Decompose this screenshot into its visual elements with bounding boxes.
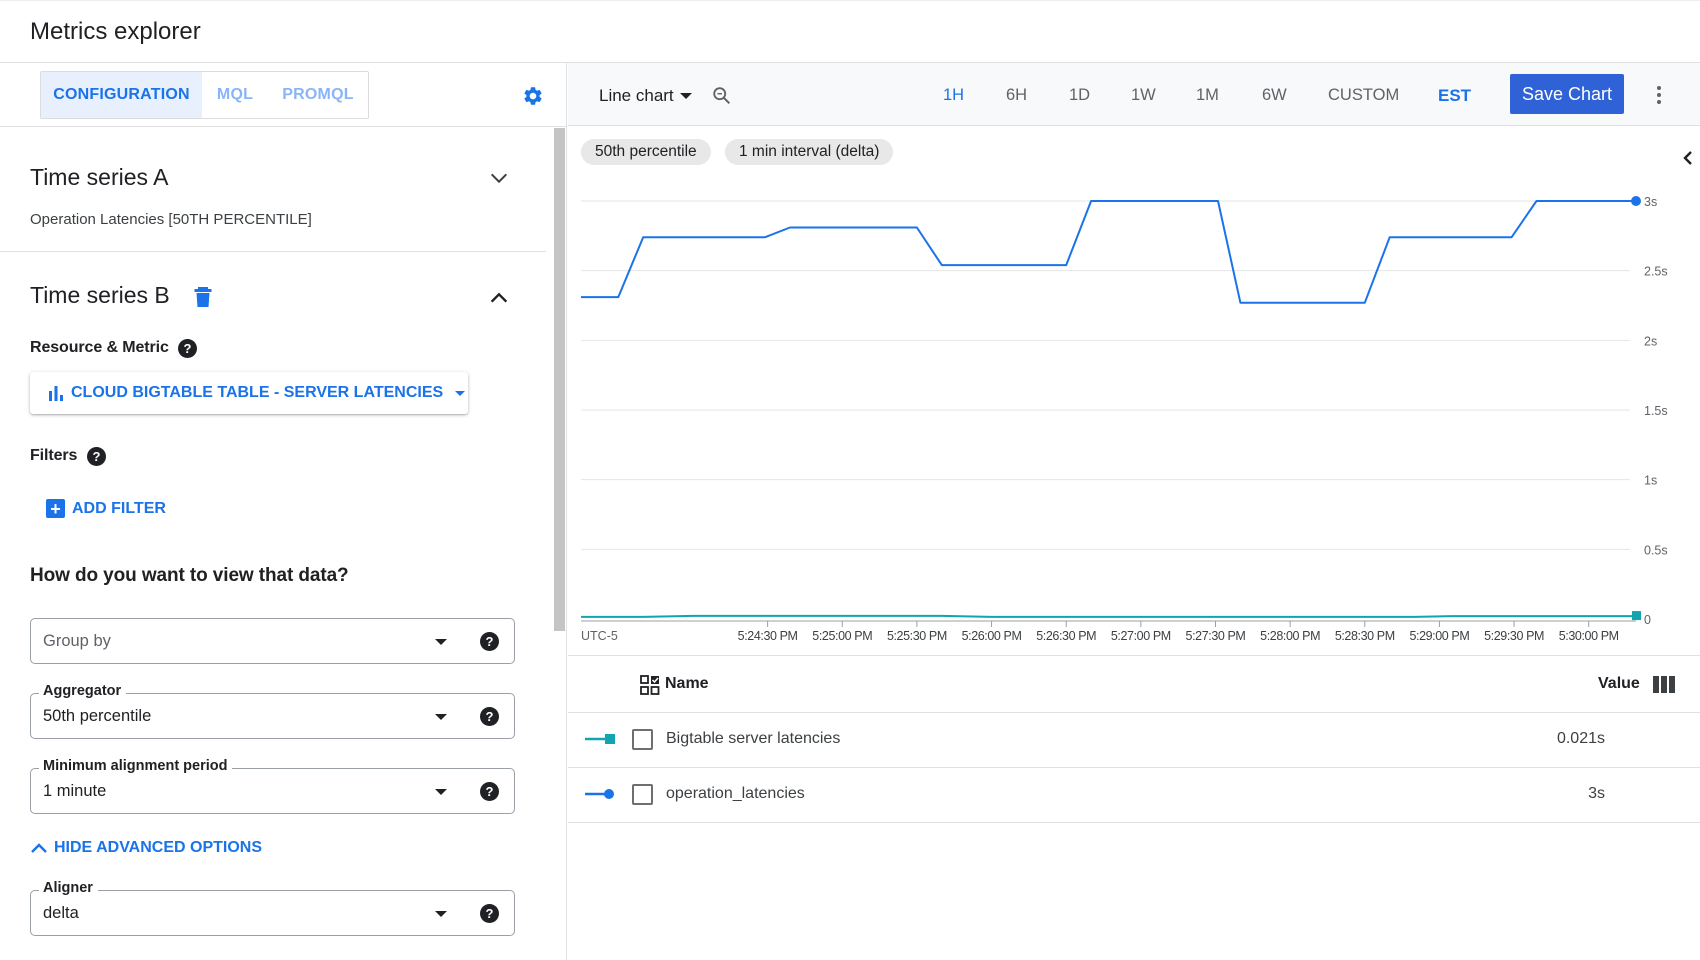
legend-name-header[interactable]: Name — [665, 675, 709, 693]
resource-metric-label: Resource & Metric — [30, 339, 169, 356]
time-series-a-summary: Operation Latencies [50TH PERCENTILE] — [30, 211, 312, 228]
filters-label: Filters — [30, 447, 78, 464]
chart-type-select[interactable]: Line chart — [599, 86, 692, 106]
chip-interval[interactable]: 1 min interval (delta) — [725, 139, 894, 165]
chart-toolbar: Line chart 1H 6H 1D 1W 1M 6W CUSTOM EST … — [568, 63, 1700, 126]
time-range-1w[interactable]: 1W — [1131, 86, 1156, 105]
series-swatch-square-icon — [585, 734, 615, 744]
help-icon[interactable]: ? — [87, 447, 106, 466]
left-panel-scrollbar[interactable] — [554, 128, 565, 631]
dropdown-caret-icon — [435, 789, 447, 795]
add-filter-button[interactable]: + ADD FILTER — [46, 499, 166, 518]
tab-promql[interactable]: PROMQL — [268, 72, 368, 118]
legend-table-header: Name Value — [568, 655, 1700, 713]
time-series-b-title: Time series B — [30, 282, 170, 308]
group-by-select[interactable]: Group by ? — [30, 618, 515, 664]
chevron-left-icon[interactable] — [1679, 149, 1697, 167]
hide-advanced-options-label: HIDE ADVANCED OPTIONS — [54, 839, 263, 856]
series-checkbox[interactable] — [632, 784, 653, 805]
aligner-value: delta — [43, 904, 79, 922]
column-select-icon[interactable] — [640, 675, 660, 695]
time-range-6w[interactable]: 6W — [1262, 86, 1287, 105]
legend-row: Bigtable server latencies 0.021s — [568, 713, 1700, 768]
help-icon[interactable]: ? — [480, 632, 499, 651]
metric-selector-button[interactable]: CLOUD BIGTABLE TABLE - SERVER LATENCIES — [30, 372, 468, 414]
query-mode-tabs: CONFIGURATION MQL PROMQL — [40, 71, 369, 119]
time-range-1m[interactable]: 1M — [1196, 86, 1219, 105]
help-icon[interactable]: ? — [480, 782, 499, 801]
dropdown-caret-icon — [435, 911, 447, 917]
help-icon[interactable]: ? — [178, 339, 197, 358]
dropdown-caret-icon — [435, 714, 447, 720]
chevron-up-icon[interactable] — [488, 287, 510, 309]
aligner-select[interactable]: Aligner delta ? — [30, 880, 515, 936]
series-name: operation_latencies — [666, 785, 805, 802]
alignment-period-value: 1 minute — [43, 782, 107, 800]
time-range-custom[interactable]: CUSTOM — [1328, 86, 1399, 105]
trash-icon[interactable] — [193, 286, 213, 308]
help-icon[interactable]: ? — [480, 904, 499, 923]
chevron-down-icon[interactable] — [488, 167, 510, 189]
timezone-select[interactable]: EST — [1438, 86, 1471, 106]
chevron-up-icon — [31, 843, 47, 853]
page-title: Metrics explorer — [30, 18, 201, 45]
time-range-1h[interactable]: 1H — [943, 86, 964, 105]
time-range-1d[interactable]: 1D — [1069, 86, 1090, 105]
more-vert-icon[interactable] — [1655, 84, 1663, 106]
query-config-panel: CONFIGURATION MQL PROMQL Time series A O… — [0, 63, 567, 960]
series-swatch-circle-icon — [585, 789, 614, 799]
column-settings-icon[interactable] — [1653, 676, 1675, 693]
dropdown-caret-icon — [679, 93, 692, 99]
section-divider — [0, 251, 546, 252]
search-icon[interactable] — [711, 85, 733, 107]
alignment-period-label: Minimum alignment period — [39, 758, 233, 774]
bar-chart-icon — [49, 386, 63, 401]
chip-aggregation[interactable]: 50th percentile — [581, 139, 711, 165]
tab-mql[interactable]: MQL — [202, 72, 268, 118]
chart-panel: Line chart 1H 6H 1D 1W 1M 6W CUSTOM EST … — [568, 63, 1700, 960]
help-icon[interactable]: ? — [480, 707, 499, 726]
legend-value-header[interactable]: Value — [1598, 675, 1640, 693]
time-range-6h[interactable]: 6H — [1006, 86, 1027, 105]
dropdown-caret-icon — [435, 639, 447, 645]
dropdown-caret-icon — [455, 390, 466, 396]
group-by-placeholder: Group by — [43, 632, 111, 650]
gear-icon[interactable] — [522, 85, 544, 107]
query-mode-toolbar: CONFIGURATION MQL PROMQL — [0, 63, 566, 127]
chart-type-label: Line chart — [599, 86, 674, 105]
legend-row: operation_latencies 3s — [568, 768, 1700, 823]
series-checkbox[interactable] — [632, 729, 653, 750]
add-filter-label: ADD FILTER — [72, 499, 166, 517]
aggregator-label: Aggregator — [39, 683, 127, 699]
add-box-icon: + — [46, 499, 65, 518]
series-value: 0.021s — [1556, 730, 1605, 747]
aggregator-value: 50th percentile — [43, 707, 152, 725]
page-header: Metrics explorer — [0, 0, 1700, 63]
save-chart-button[interactable]: Save Chart — [1510, 74, 1624, 114]
metric-selector-label: CLOUD BIGTABLE TABLE - SERVER LATENCIES — [71, 384, 444, 401]
aligner-label: Aligner — [39, 880, 98, 896]
aggregator-select[interactable]: Aggregator 50th percentile ? — [30, 683, 515, 739]
time-series-a-title: Time series A — [30, 164, 169, 190]
tab-configuration[interactable]: CONFIGURATION — [41, 72, 202, 118]
series-value: 3s — [1588, 785, 1605, 802]
metrics-explorer-app: Metrics explorer CONFIGURATION MQL PROMQ… — [0, 0, 1700, 960]
view-data-heading: How do you want to view that data? — [30, 565, 349, 586]
alignment-period-select[interactable]: Minimum alignment period 1 minute ? — [30, 758, 515, 814]
series-name: Bigtable server latencies — [666, 730, 841, 747]
hide-advanced-options-button[interactable]: HIDE ADVANCED OPTIONS — [30, 839, 262, 857]
